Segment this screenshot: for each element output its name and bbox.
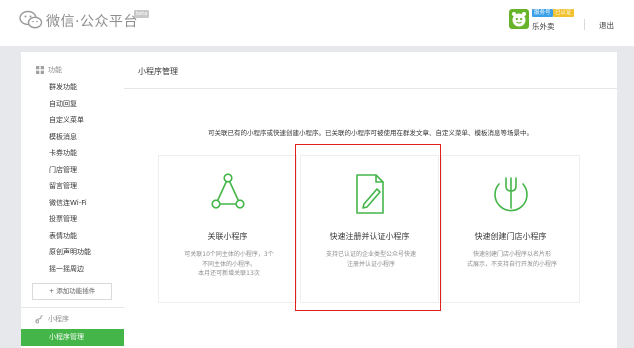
sidebar-item-wifi[interactable]: 微信连Wi-Fi — [21, 195, 124, 212]
beta-badge: beta — [134, 10, 150, 18]
add-plugin-button[interactable]: + 添加功能插件 — [32, 283, 112, 300]
sidebar-item-auto-reply[interactable]: 自动回复 — [21, 96, 124, 113]
brand-title[interactable]: 微信·公众平台 — [46, 11, 138, 31]
sidebar-item-mass-send[interactable]: 群发功能 — [21, 79, 124, 96]
verified-badge: 已认证 — [553, 9, 574, 17]
sidebar-section-mini-program[interactable]: 小程序 — [35, 314, 69, 324]
sidebar-item-mini-program-management[interactable]: 小程序管理 — [21, 329, 124, 346]
grid-icon — [36, 66, 44, 74]
avatar-face-icon — [512, 12, 526, 27]
intro-text: 可关联已有的小程序或快速创建小程序。已关联的小程序可被使用在群发文章、自定义菜单… — [208, 129, 533, 137]
logout-link[interactable]: 退出 — [599, 20, 614, 31]
top-bar: 微信·公众平台 beta 服务号 已认证 乐外卖 退出 — [0, 0, 634, 46]
sidebar-item-vote-management[interactable]: 投票管理 — [21, 211, 124, 228]
card-description: 快速创建门店小程序以名片形 式展示，不支持自行开发的小程序 — [452, 250, 572, 269]
sidebar-item-card-coupon[interactable]: 卡券功能 — [21, 145, 124, 162]
sidebar-section-function: 功能 — [36, 64, 62, 76]
card-description: 可关联10个同主体的小程序，3个 不同主体的小程序。 本月还可新增关联13次 — [169, 250, 289, 279]
share-network-icon — [211, 173, 245, 209]
sidebar-item-emoji[interactable]: 表情功能 — [21, 228, 124, 245]
sidebar-item-comment-management[interactable]: 留言管理 — [21, 178, 124, 195]
header-divider — [584, 19, 585, 30]
card-title: 快速创建门店小程序 — [474, 232, 547, 241]
sidebar-section-label: 功能 — [48, 66, 62, 74]
card-desc-line: 式展示，不支持自行开发的小程序 — [466, 260, 557, 268]
card-store-mini-program[interactable]: 快速创建门店小程序 快速创建门店小程序以名片形 式展示，不支持自行开发的小程序 — [441, 155, 580, 303]
avatar[interactable] — [509, 9, 529, 29]
card-desc-line: 快速创建门店小程序以名片形 — [472, 251, 551, 258]
sidebar-item-custom-menu[interactable]: 自定义菜单 — [21, 112, 124, 129]
card-desc-line: 本月还可新增关联13次 — [198, 270, 260, 277]
fork-plate-icon — [494, 177, 528, 212]
card-link-mini-program[interactable]: 关联小程序 可关联10个同主体的小程序，3个 不同主体的小程序。 本月还可新增关… — [158, 155, 297, 303]
sidebar-item-shake-nearby[interactable]: 摇一摇周边 — [21, 261, 124, 278]
sidebar-divider — [21, 307, 124, 308]
mini-program-icon — [35, 314, 43, 323]
card-title: 关联小程序 — [207, 232, 248, 241]
card-desc-line: 不同主体的小程序。 — [201, 260, 256, 268]
sidebar-item-store-management[interactable]: 门店管理 — [21, 162, 124, 179]
highlight-box — [295, 144, 441, 311]
sidebar-item-original-declaration[interactable]: 原创声明功能 — [21, 244, 124, 261]
wechat-logo-icon — [19, 10, 43, 29]
account-type-badge: 服务号 — [532, 9, 553, 17]
mini-program-section-label: 小程序 — [48, 315, 69, 323]
sidebar: 功能 群发功能 自动回复 自定义菜单 模板消息 卡券功能 门店管理 留言管理 微… — [21, 52, 124, 348]
title-divider — [124, 88, 617, 89]
sidebar-item-template-message[interactable]: 模板消息 — [21, 129, 124, 146]
sidebar-menu: 群发功能 自动回复 自定义菜单 模板消息 卡券功能 门店管理 留言管理 微信连W… — [21, 79, 124, 277]
card-desc-line: 可关联10个同主体的小程序，3个 — [184, 251, 274, 258]
page-title: 小程序管理 — [138, 67, 178, 76]
username[interactable]: 乐外卖 — [532, 21, 555, 32]
